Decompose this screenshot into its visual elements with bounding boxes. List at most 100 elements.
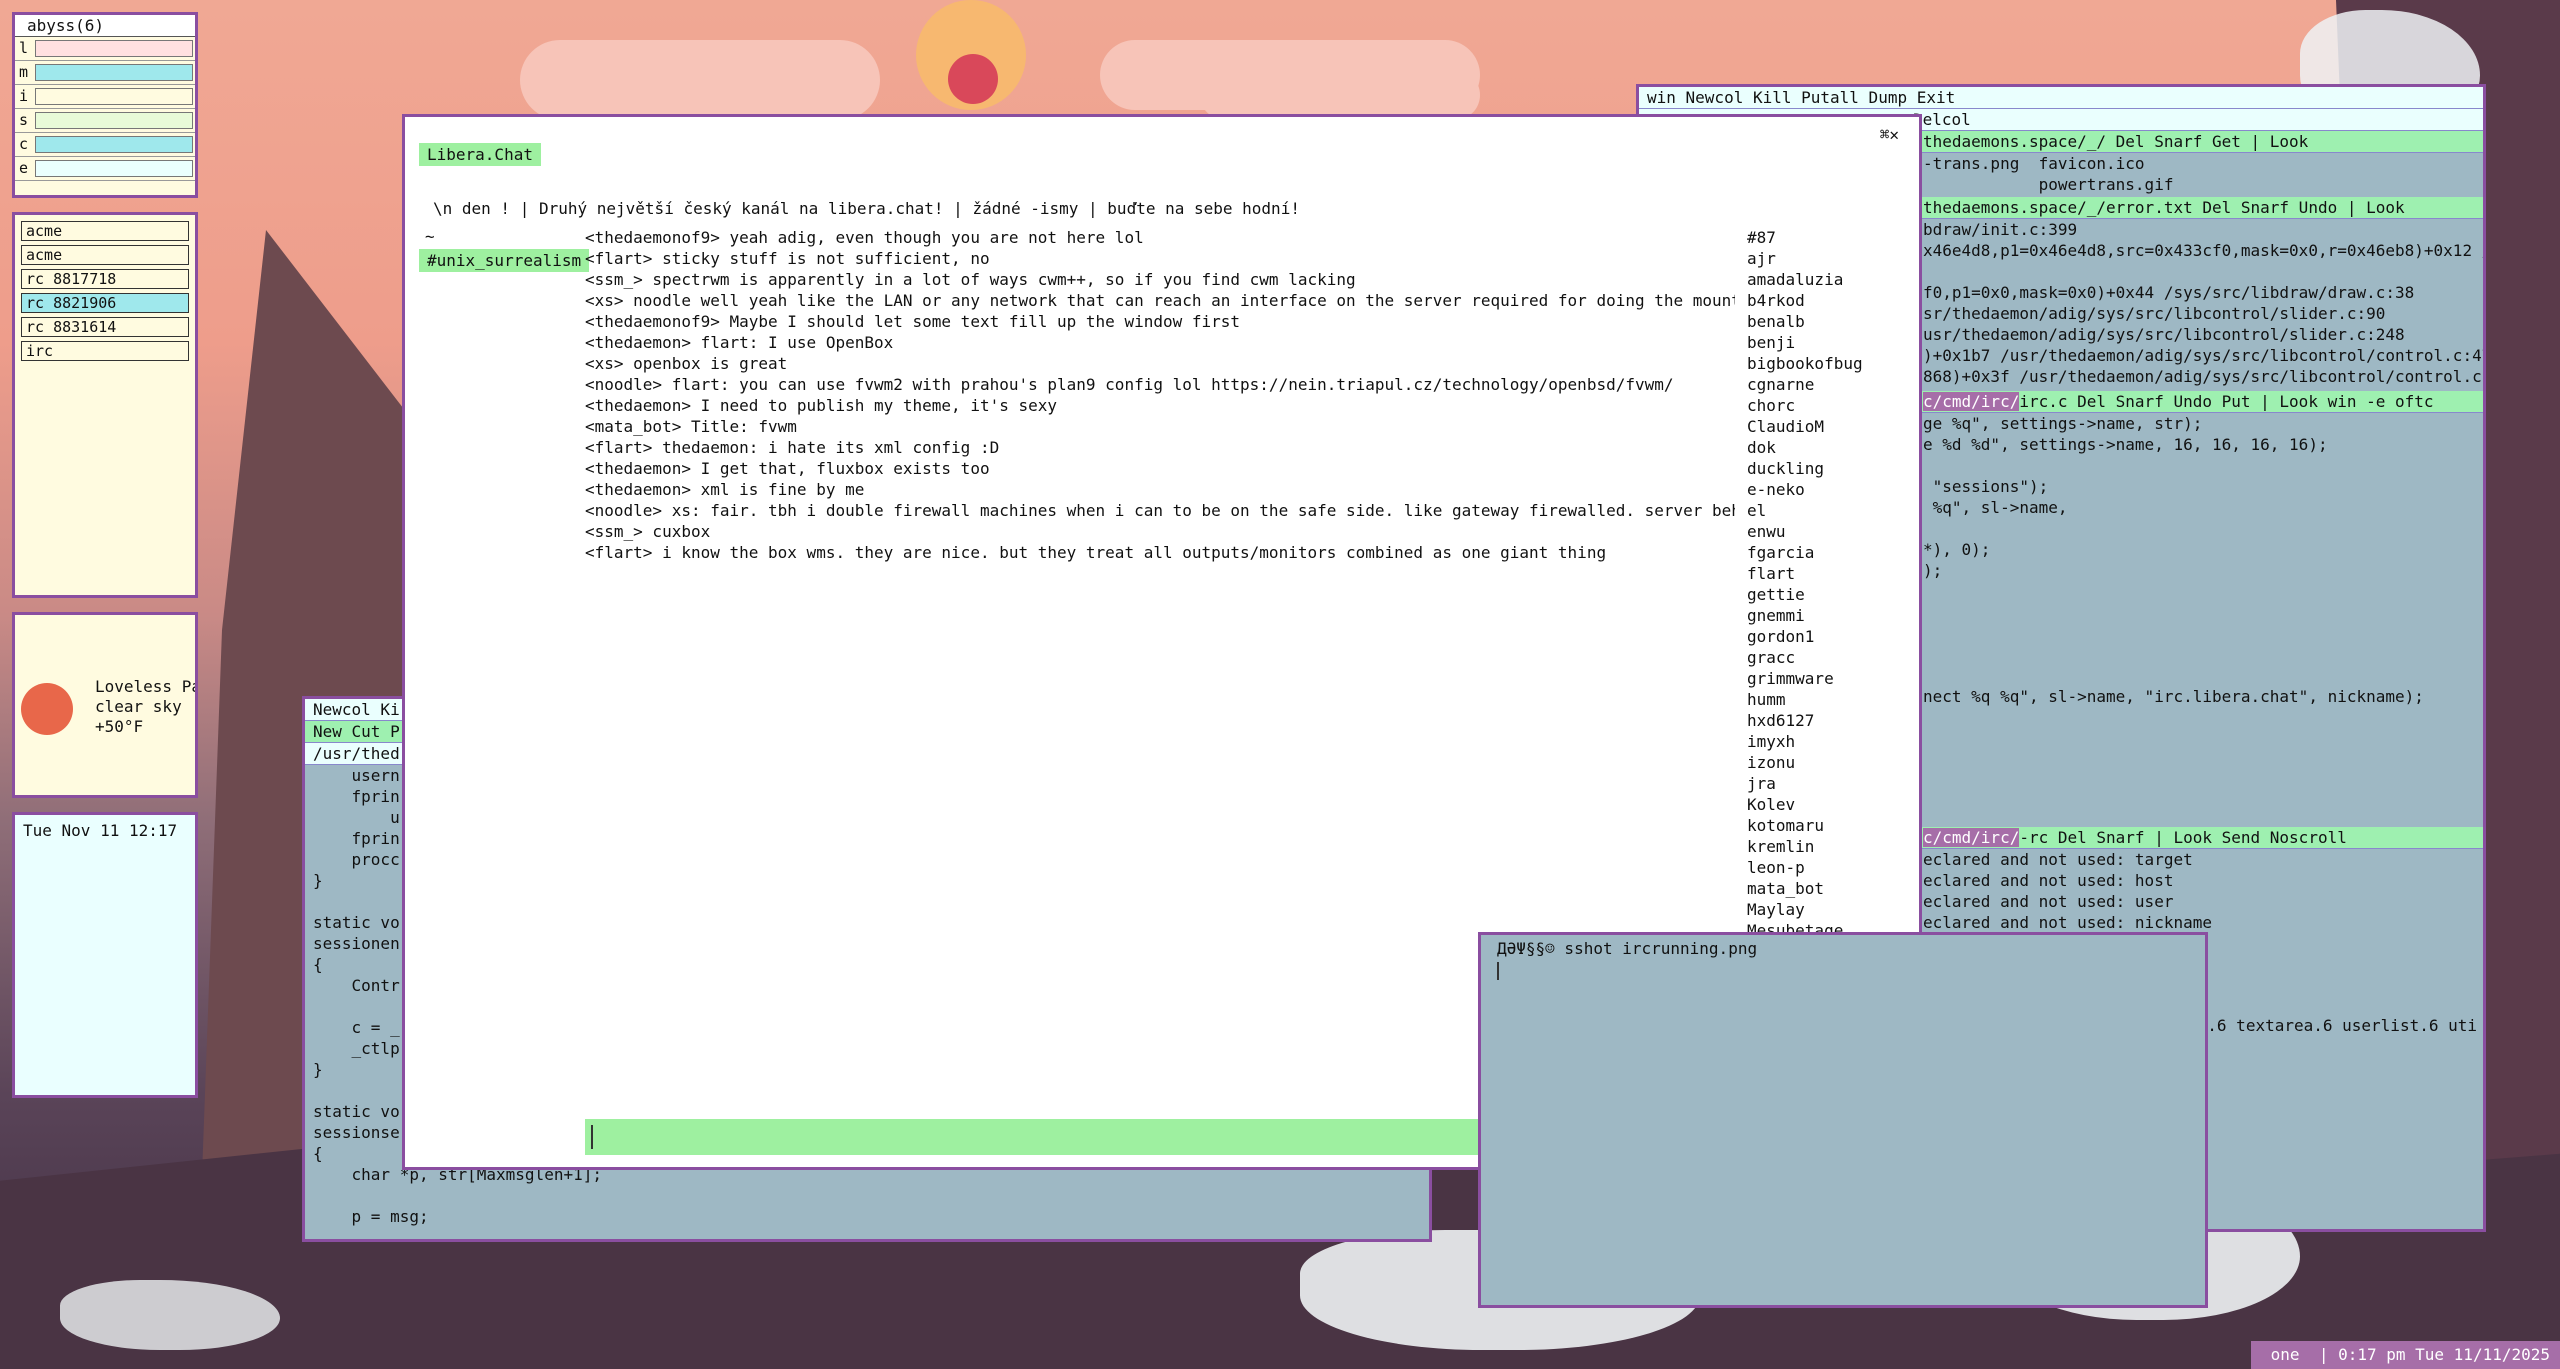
user-list-item[interactable]: gettie: [1747, 584, 1917, 605]
chat-message: <noodle> flart: you can use fvwm2 with p…: [585, 375, 1674, 394]
window-list-item[interactable]: rc 8821906: [21, 293, 189, 313]
chat-message: <thedaemon> xml is fine by me: [585, 480, 865, 499]
error-line: 868)+0x3f /usr/thedaemon/adig/sys/src/li…: [1923, 367, 2483, 386]
chat-message: <thedaemon> I need to publish my theme, …: [585, 396, 1058, 415]
tag-bar[interactable]: [35, 88, 193, 105]
tag-bar[interactable]: [35, 136, 193, 153]
terminal-cursor: [1497, 962, 1499, 980]
tag-letter: i: [19, 87, 29, 105]
user-list-item[interactable]: grimmware: [1747, 668, 1917, 689]
chat-message: <thedaemonof9> yeah adig, even though yo…: [585, 228, 1144, 247]
user-list-item[interactable]: #87: [1747, 227, 1917, 248]
tag-panel-title: abyss(6): [15, 15, 195, 37]
user-list-item[interactable]: jra: [1747, 773, 1917, 794]
weather-text: Loveless Par clear sky +50°F: [95, 677, 195, 737]
user-list-item[interactable]: benalb: [1747, 311, 1917, 332]
error-line: bdraw/init.c:399: [1923, 220, 2078, 239]
sun-core-decoration: [948, 54, 998, 104]
text-cursor: [591, 1125, 593, 1149]
tag-bar[interactable]: [35, 40, 193, 57]
user-list-item[interactable]: benji: [1747, 332, 1917, 353]
compiler-line: eclared and not used: host: [1923, 871, 2174, 890]
acme-right-irc-tag-rest[interactable]: irc.c Del Snarf Undo Put | Look win -e o…: [2019, 392, 2433, 411]
user-list-item[interactable]: ajr: [1747, 248, 1917, 269]
user-list-item[interactable]: b4rkod: [1747, 290, 1917, 311]
clock-text: Tue Nov 11 12:17: [23, 821, 178, 840]
tag-bar[interactable]: [35, 112, 193, 129]
window-list: acme acme rc 8817718 rc 8821906 rc 8831614 ir…: [12, 212, 198, 598]
user-list-item[interactable]: el: [1747, 500, 1917, 521]
tag-bar[interactable]: [35, 160, 193, 177]
user-list-item[interactable]: Maylay: [1747, 899, 1917, 920]
user-list-item[interactable]: gordon1: [1747, 626, 1917, 647]
window-controls-icon[interactable]: ⌘✕: [1880, 125, 1899, 144]
clock-widget: Tue Nov 11 12:17: [12, 812, 198, 1098]
terminal-window[interactable]: ДӘΨ§§☺ sshot ircrunning.png: [1478, 932, 2208, 1308]
acme-right-main-tag[interactable]: win Newcol Kill Putall Dump Exit: [1639, 87, 2483, 109]
dir-entry: powertrans.gif: [1923, 175, 2174, 194]
weather-condition: clear sky: [95, 697, 182, 716]
acme-right-rc-path[interactable]: c/cmd/irc/: [1923, 828, 2020, 847]
user-list-item[interactable]: izonu: [1747, 752, 1917, 773]
user-list-item[interactable]: kremlin: [1747, 836, 1917, 857]
user-list-item[interactable]: fgarcia: [1747, 542, 1917, 563]
user-list-item[interactable]: bigbookofbug: [1747, 353, 1917, 374]
user-list-item[interactable]: chorc: [1747, 395, 1917, 416]
tag-letter: l: [19, 39, 29, 57]
weather-temp: +50°F: [95, 717, 144, 736]
tag-row-l[interactable]: l: [15, 37, 195, 61]
channel-tab[interactable]: #unix_surrealism: [419, 249, 590, 272]
user-list-item[interactable]: flart: [1747, 563, 1917, 584]
acme-right-irc-path[interactable]: c/cmd/irc/: [1923, 392, 2020, 411]
network-name[interactable]: Libera.Chat: [419, 143, 541, 166]
user-list-item[interactable]: cgnarne: [1747, 374, 1917, 395]
user-list-item[interactable]: humm: [1747, 689, 1917, 710]
user-list-item[interactable]: mata_bot: [1747, 878, 1917, 899]
chat-message: <mata_bot> Title: fvwm: [585, 417, 797, 436]
chat-message: <noodle> xs: fair. tbh i double firewall…: [585, 501, 1735, 520]
user-list-item[interactable]: hxd6127: [1747, 710, 1917, 731]
user-list-item[interactable]: e-neko: [1747, 479, 1917, 500]
tag-row-e[interactable]: e: [15, 157, 195, 181]
user-list-item[interactable]: gnemmi: [1747, 605, 1917, 626]
window-list-item[interactable]: rc 8831614: [21, 317, 189, 337]
code-line: *), 0);: [1923, 540, 1991, 559]
user-list-item[interactable]: duckling: [1747, 458, 1917, 479]
channel-topic: \n den ! | Druhý největší český kanál na…: [433, 199, 1300, 218]
window-list-item[interactable]: rc 8817718: [21, 269, 189, 289]
tag-row-c[interactable]: c: [15, 133, 195, 157]
tag-bar[interactable]: [35, 64, 193, 81]
window-list-item[interactable]: irc: [21, 341, 189, 361]
chat-message: <flart> sticky stuff is not sufficient, …: [585, 249, 990, 268]
error-line: x46e4d8,p1=0x46e4d8,src=0x433cf0,mask=0x…: [1923, 241, 2483, 260]
user-list-item[interactable]: dok: [1747, 437, 1917, 458]
chat-message: <ssm_> cuxbox: [585, 522, 711, 541]
window-list-item[interactable]: acme: [21, 221, 189, 241]
user-list-item[interactable]: imyxh: [1747, 731, 1917, 752]
tag-row-m[interactable]: m: [15, 61, 195, 85]
user-list-item[interactable]: ClaudioM: [1747, 416, 1917, 437]
tag-row-i[interactable]: i: [15, 85, 195, 109]
error-line: )+0x1b7 /usr/thedaemon/adig/sys/src/libc…: [1923, 346, 2483, 365]
user-list-item[interactable]: kotomaru: [1747, 815, 1917, 836]
chat-message: <ssm_> spectrwm is apparently in a lot o…: [585, 270, 1356, 289]
user-list-item[interactable]: leon-p: [1747, 857, 1917, 878]
error-line: usr/thedaemon/adig/sys/src/libcontrol/sl…: [1923, 325, 2405, 344]
code-line: p = msg;: [313, 1207, 429, 1226]
tag-letter: c: [19, 135, 29, 153]
user-list-item[interactable]: amadaluzia: [1747, 269, 1917, 290]
user-list-item[interactable]: enwu: [1747, 521, 1917, 542]
chat-message: <thedaemon> I get that, fluxbox exists t…: [585, 459, 990, 478]
user-list-item[interactable]: Kolev: [1747, 794, 1917, 815]
tag-row-s[interactable]: s: [15, 109, 195, 133]
user-list-item[interactable]: gracc: [1747, 647, 1917, 668]
tag-letter: s: [19, 111, 29, 129]
acme-right-rc-tag-rest[interactable]: -rc Del Snarf | Look Send Noscroll: [2019, 828, 2347, 847]
user-list[interactable]: #87 ajr amadaluzia b4rkod benalb benji bigbook…: [1747, 227, 1917, 1053]
window-list-item[interactable]: acme: [21, 245, 189, 265]
